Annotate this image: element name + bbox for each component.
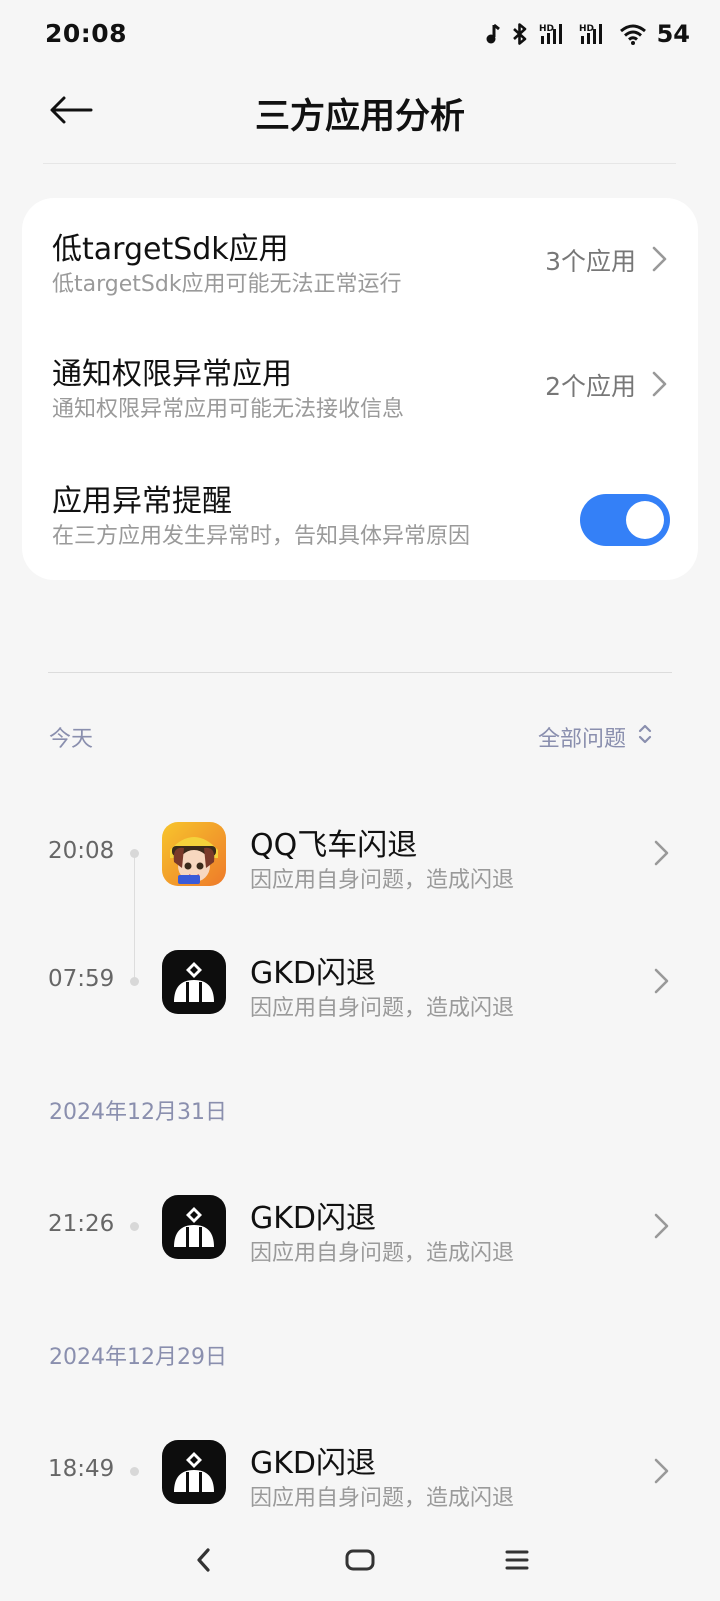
- crash-description: 因应用自身问题，造成闪退: [250, 1241, 515, 1266]
- chevron-right-icon: [652, 1456, 672, 1486]
- timeline-dot: [130, 1222, 139, 1231]
- qq-speed-app-icon: [162, 822, 226, 886]
- setting-title: 应用异常提醒: [52, 484, 232, 519]
- crash-description: 因应用自身问题，造成闪退: [250, 1486, 515, 1511]
- chevron-right-icon: [650, 244, 670, 274]
- nav-back-icon: [194, 1546, 214, 1578]
- crash-description: 因应用自身问题，造成闪退: [250, 868, 515, 893]
- setting-description: 在三方应用发生异常时，告知具体异常原因: [52, 524, 471, 549]
- setting-notification-permission[interactable]: 通知权限异常应用 通知权限异常应用可能无法接收信息 2个应用: [22, 323, 698, 443]
- chevron-right-icon: [652, 966, 672, 996]
- setting-low-target-sdk[interactable]: 低targetSdk应用 低targetSdk应用可能无法正常运行 3个应用: [22, 198, 698, 318]
- chevron-right-icon: [652, 1211, 672, 1241]
- setting-value: 3个应用: [545, 247, 636, 276]
- setting-app-anomaly-alert: 应用异常提醒 在三方应用发生异常时，告知具体异常原因: [22, 450, 698, 570]
- nav-recents-icon: [504, 1548, 530, 1576]
- bluetooth-headset-icon: [485, 23, 501, 45]
- svg-text:HD: HD: [539, 24, 554, 34]
- crash-title: GKD闪退: [250, 956, 377, 991]
- crash-time: 21:26: [48, 1211, 115, 1237]
- hd-signal-icon: HD: [539, 22, 569, 46]
- setting-description: 低targetSdk应用可能无法正常运行: [52, 272, 402, 297]
- gkd-app-icon: [162, 1440, 226, 1504]
- timeline-dot: [130, 849, 139, 858]
- filter-label: 全部问题: [537, 727, 626, 752]
- settings-card: 低targetSdk应用 低targetSdk应用可能无法正常运行 3个应用 通…: [22, 198, 698, 580]
- wifi-icon: [619, 23, 647, 45]
- nav-home-button[interactable]: [330, 1540, 390, 1584]
- crash-time: 18:49: [48, 1456, 115, 1482]
- setting-description: 通知权限异常应用可能无法接收信息: [52, 397, 405, 422]
- list-divider: [48, 672, 672, 673]
- crash-item[interactable]: 18:49 GKD闪退 因应用自身问题，造成闪退: [0, 1422, 720, 1522]
- hd-signal-icon: HD: [579, 22, 609, 46]
- section-heading-date: 2024年12月31日: [49, 1100, 227, 1125]
- header-divider: [43, 163, 676, 164]
- crash-item[interactable]: 07:59 GKD闪退 因应用自身问题，造成闪退: [0, 932, 720, 1032]
- page-title: 三方应用分析: [254, 97, 465, 137]
- filter-dropdown[interactable]: 全部问题: [538, 721, 652, 753]
- setting-title: 通知权限异常应用: [52, 357, 292, 392]
- chevron-right-icon: [650, 369, 670, 399]
- nav-recents-button[interactable]: [487, 1540, 547, 1584]
- crash-time: 07:59: [48, 966, 115, 992]
- nav-back-button[interactable]: [174, 1540, 234, 1584]
- section-heading-date: 2024年12月29日: [49, 1345, 227, 1370]
- crash-title: GKD闪退: [250, 1201, 377, 1236]
- timeline-dot: [130, 977, 139, 986]
- crash-time: 20:08: [48, 838, 115, 864]
- svg-text:HD: HD: [579, 24, 594, 34]
- status-icons: HD HD 54: [485, 20, 690, 48]
- battery-level: 54: [656, 20, 690, 48]
- toggle-knob: [626, 501, 664, 539]
- anomaly-alert-toggle[interactable]: [580, 494, 670, 546]
- section-heading-today: 今天: [49, 727, 94, 752]
- sort-updown-icon: [638, 723, 652, 751]
- crash-item[interactable]: 20:08 QQ飞车闪退 因应用自身问题，造成闪退: [0, 804, 720, 904]
- gkd-app-icon: [162, 950, 226, 1014]
- setting-title: 低targetSdk应用: [52, 232, 289, 267]
- chevron-right-icon: [652, 838, 672, 868]
- status-time: 20:08: [45, 19, 128, 48]
- timeline-dot: [130, 1467, 139, 1476]
- gkd-app-icon: [162, 1195, 226, 1259]
- bluetooth-icon: [511, 22, 529, 46]
- crash-title: QQ飞车闪退: [250, 828, 418, 863]
- setting-value: 2个应用: [545, 372, 636, 401]
- crash-item[interactable]: 21:26 GKD闪退 因应用自身问题，造成闪退: [0, 1177, 720, 1277]
- crash-description: 因应用自身问题，造成闪退: [250, 996, 515, 1021]
- crash-title: GKD闪退: [250, 1446, 377, 1481]
- nav-home-icon: [344, 1548, 376, 1576]
